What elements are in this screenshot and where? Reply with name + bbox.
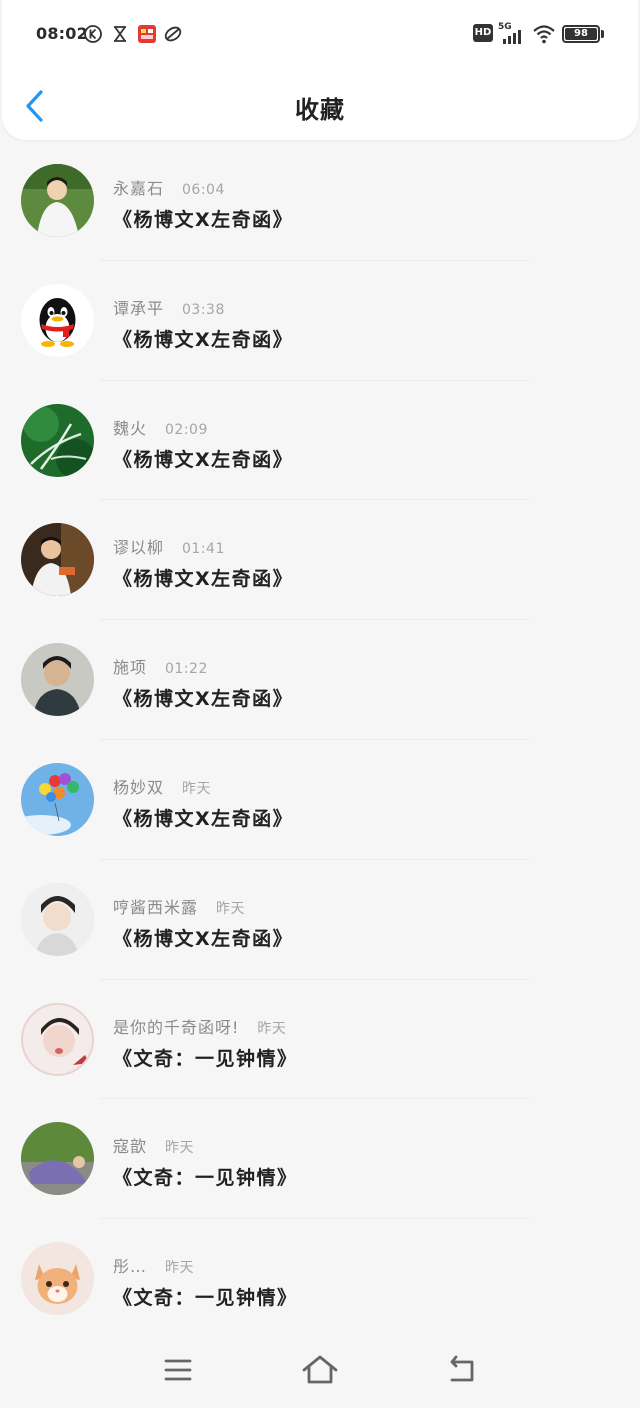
sender-name: 施项 01:22 (113, 658, 208, 678)
sender-name: 哼酱西米露 昨天 (113, 897, 246, 917)
time-label: 03:38 (182, 301, 225, 318)
list-item[interactable]: 寇歆 昨天 《文奇：一见钟情》 (0, 1099, 640, 1220)
nav-bar: 收藏 (0, 74, 640, 140)
battery-level: 98 (574, 28, 588, 39)
message-text: 《杨博文X左奇函》 (113, 448, 294, 471)
message-text: 《杨博文X左奇函》 (113, 209, 294, 231)
message-text: 《杨博文X左奇函》 (113, 927, 294, 950)
time-label: 02:09 (165, 421, 208, 438)
sender-name: 谭承平 03:38 (113, 298, 225, 318)
hourglass-icon (114, 26, 126, 42)
avatar (21, 164, 94, 237)
signal-5g-icon: 5G (498, 22, 526, 44)
list-item[interactable]: 施项 01:22 《杨博文X左奇函》 (0, 620, 640, 740)
time-label: 昨天 (182, 780, 212, 797)
menu-icon (164, 1359, 192, 1381)
avatar (21, 1122, 94, 1196)
sender-name: 魏火 02:09 (113, 418, 208, 438)
balloons-icon (21, 762, 94, 836)
favorites-list: 永嘉石06:04 《杨博文X左奇函》 谭承平03:38 《杨博文X左奇函》 (0, 141, 640, 1339)
hd-icon: HD (473, 24, 493, 42)
time-label: 06:04 (182, 182, 225, 198)
back-icon (450, 1355, 474, 1382)
penguin-icon (39, 297, 76, 347)
avatar (21, 762, 94, 836)
avatar (21, 523, 94, 597)
message-text: 《杨博文X左奇函》 (113, 688, 294, 711)
sender-name: 永嘉石 06:04 (113, 179, 225, 198)
sender-name: 是你的千奇函呀! 昨天 (113, 1017, 287, 1037)
status-bar: 08:02 HD 5G 98 (0, 0, 640, 68)
list-item[interactable]: 彤… 昨天 《文奇：一见钟情》 (0, 1219, 640, 1339)
back-nav-button[interactable] (442, 1352, 482, 1388)
message-text: 《文奇：一见钟情》 (113, 1287, 298, 1310)
menu-button[interactable] (158, 1352, 198, 1388)
avatar (21, 403, 94, 477)
time-label: 昨天 (165, 1260, 195, 1277)
list-item[interactable]: 魏火 02:09 《杨博文X左奇函》 (0, 381, 640, 501)
k-circle-icon (84, 25, 102, 43)
kitten-icon (21, 1242, 94, 1316)
page-title: 收藏 (295, 96, 345, 124)
sender-name: 谬以柳 01:41 (113, 538, 225, 558)
message-text: 《文奇：一见钟情》 (113, 1047, 298, 1070)
wifi-icon (533, 25, 555, 44)
leaf-icon (164, 26, 182, 42)
message-text: 《杨博文X左奇函》 (113, 807, 294, 830)
time-label: 01:41 (182, 541, 225, 558)
bottom-nav (0, 1338, 640, 1408)
sender-name: 寇歆 昨天 (113, 1137, 195, 1157)
message-text: 《杨博文X左奇函》 (113, 328, 294, 351)
list-item[interactable]: 杨妙双 昨天 《杨博文X左奇函》 (0, 740, 640, 860)
sender-name: 杨妙双 昨天 (113, 777, 212, 797)
time-label: 昨天 (216, 900, 246, 917)
list-item[interactable]: 永嘉石 06:04 《杨博文X左奇函》 (0, 141, 640, 261)
avatar (21, 882, 94, 956)
battery-icon: 98 (562, 25, 604, 43)
list-item[interactable]: 是你的千奇函呀! 昨天 《文奇：一见钟情》 (0, 980, 640, 1100)
list-item[interactable]: 谬以柳 01:41 《杨博文X左奇函》 (0, 500, 640, 621)
app-badge-icon (138, 25, 156, 43)
message-text: 《杨博文X左奇函》 (113, 568, 294, 591)
time-label: 昨天 (165, 1140, 195, 1157)
avatar (21, 1002, 94, 1076)
message-text: 《文奇：一见钟情》 (113, 1167, 298, 1190)
list-item[interactable]: 哼酱西米露 昨天 《杨博文X左奇函》 (0, 860, 640, 980)
hd-label: HD (474, 27, 492, 38)
time-label: 01:22 (165, 661, 208, 678)
status-time: 08:02 (36, 24, 88, 43)
home-button[interactable] (300, 1352, 340, 1388)
avatar (21, 283, 94, 357)
avatar (21, 1242, 94, 1316)
list-item[interactable]: 谭承平 03:38 《杨博文X左奇函》 (0, 261, 640, 381)
home-icon (302, 1355, 338, 1384)
sender-name: 彤… 昨天 (113, 1257, 195, 1277)
time-label: 昨天 (257, 1020, 287, 1037)
avatar (21, 643, 94, 717)
